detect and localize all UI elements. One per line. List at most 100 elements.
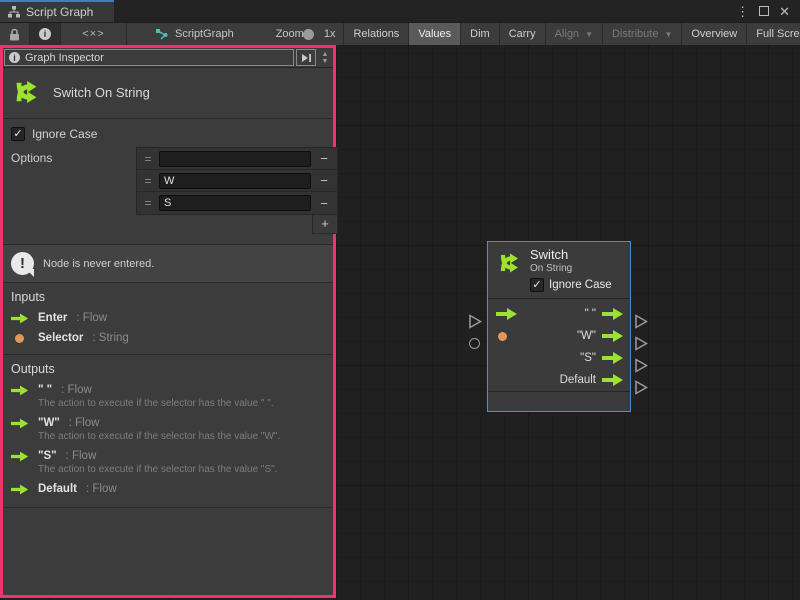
dim-button[interactable]: Dim [461, 23, 500, 45]
node-input-flow-connector[interactable] [468, 314, 482, 329]
input-port-row: Enter : Flow [11, 312, 325, 324]
switch-icon [496, 250, 522, 276]
inspected-node-title: Switch On String [53, 85, 150, 100]
close-icon[interactable]: ✕ [779, 5, 790, 18]
options-label: Options [11, 147, 136, 234]
flow-arrow-icon [602, 330, 624, 342]
dock-icon [301, 53, 312, 63]
maximize-icon[interactable] [759, 6, 769, 16]
node-input-value-connector[interactable] [469, 338, 480, 349]
output-port[interactable]: "S" [580, 352, 624, 364]
output-port[interactable]: "W" [577, 330, 624, 342]
port-description: The action to execute if the selector ha… [38, 464, 325, 475]
remove-option-button[interactable]: − [311, 173, 337, 188]
warning-text: Node is never entered. [43, 258, 154, 270]
switch-icon [11, 77, 41, 107]
outputs-section: Outputs " " : Flow The action to execute… [3, 355, 333, 508]
graph-toolbar: i <×> ScriptGraph Zoom 1x Relations Valu… [0, 22, 800, 45]
option-item: = − [137, 192, 337, 214]
option-input[interactable] [159, 173, 311, 189]
carry-button[interactable]: Carry [500, 23, 546, 45]
flow-arrow-icon [11, 451, 29, 462]
flow-arrow-icon [11, 313, 29, 324]
drag-handle-icon[interactable]: = [137, 152, 159, 166]
node-output-connector[interactable] [634, 358, 648, 373]
node-port-row: "W" [488, 325, 630, 347]
ignore-case-checkbox[interactable]: ✓ [11, 127, 25, 141]
code-preview-button[interactable]: <×> [61, 23, 127, 45]
node-port-row: Default [488, 369, 630, 391]
align-button[interactable]: Align ▼ [546, 23, 603, 45]
graph-inspector-panel: i Graph Inspector ▲ ▼ Switch On St [0, 45, 336, 598]
warning-icon: ! [11, 252, 34, 275]
output-port[interactable]: " " [585, 308, 624, 320]
output-port[interactable]: Default [560, 374, 624, 386]
overview-button[interactable]: Overview [682, 23, 747, 45]
node-output-connector[interactable] [634, 336, 648, 351]
ignore-case-label: Ignore Case [32, 127, 97, 141]
node-ignore-case-checkbox[interactable]: ✓ Ignore Case [530, 278, 612, 292]
selector-port[interactable] [498, 332, 507, 341]
values-button[interactable]: Values [409, 23, 461, 45]
inspector-title: Graph Inspector [25, 52, 104, 64]
port-description: The action to execute if the selector ha… [38, 431, 325, 442]
node-output-connector[interactable] [634, 314, 648, 329]
option-item: = − [137, 170, 337, 192]
options-list-wrap: = − = − = − [136, 147, 338, 234]
menu-icon[interactable]: ⋮ [736, 5, 749, 18]
flow-arrow-icon [11, 418, 29, 429]
scrubber[interactable]: ▲ ▼ [318, 49, 332, 66]
node-header-text: Switch On String ✓ Ignore Case [530, 247, 612, 292]
options-list: = − = − = − [136, 147, 338, 215]
tab-title: Script Graph [26, 5, 93, 19]
remove-option-button[interactable]: − [311, 196, 337, 211]
inspected-node-title-block: Switch On String [3, 68, 333, 119]
flow-arrow-icon [602, 374, 624, 386]
ignore-case-row: ✓ Ignore Case [11, 127, 325, 141]
option-input[interactable] [159, 151, 311, 167]
node-port-row: " " [488, 303, 630, 325]
inputs-header: Inputs [11, 290, 325, 304]
inspector-titlebox: i Graph Inspector [4, 49, 294, 66]
graph-name-label: ScriptGraph [147, 23, 242, 45]
dock-button[interactable] [296, 49, 316, 66]
options-row: Options = − = − [11, 147, 325, 234]
check-icon[interactable]: ✓ [530, 278, 544, 292]
add-option-button[interactable]: + [312, 215, 338, 234]
drag-handle-icon[interactable]: = [137, 196, 159, 210]
scrub-down-icon[interactable]: ▼ [322, 58, 329, 65]
tab-script-graph[interactable]: Script Graph [0, 0, 114, 22]
inputs-section: Inputs Enter : Flow Selector : String [3, 283, 333, 355]
info-icon: i [9, 52, 20, 63]
unity-script-graph-window: Script Graph ⋮ ✕ i <×> ScriptG [0, 0, 800, 600]
chevron-down-icon: ▼ [664, 30, 672, 39]
drag-handle-icon[interactable]: = [137, 174, 159, 188]
inspector-toggle-button[interactable]: i [30, 23, 61, 45]
options-footer: + [136, 215, 338, 234]
inspector-header: i Graph Inspector ▲ ▼ [3, 48, 333, 68]
chevron-down-icon: ▼ [585, 30, 593, 39]
output-port-row: "S" : Flow [11, 450, 325, 462]
node-checkbox-label: Ignore Case [549, 279, 612, 291]
option-input[interactable] [159, 195, 311, 211]
lock-icon [9, 28, 20, 41]
flow-arrow-icon [602, 308, 624, 320]
scrub-up-icon[interactable]: ▲ [322, 51, 329, 58]
switch-on-string-node[interactable]: Switch On String ✓ Ignore Case [487, 241, 631, 412]
node-body: " " "W" [488, 299, 630, 391]
node-output-connector[interactable] [634, 380, 648, 395]
value-port-icon [15, 334, 24, 343]
enter-port[interactable] [496, 308, 518, 320]
flow-arrow-icon [602, 352, 624, 364]
distribute-button[interactable]: Distribute ▼ [603, 23, 682, 45]
flow-arrow-icon [496, 308, 518, 320]
output-port-row: "W" : Flow [11, 417, 325, 429]
code-icon: <×> [82, 28, 104, 40]
relations-button[interactable]: Relations [343, 23, 409, 45]
input-port-row: Selector : String [11, 332, 325, 344]
lock-button[interactable] [0, 23, 30, 45]
zoom-slider-knob[interactable] [303, 29, 314, 40]
value-port-icon [498, 332, 507, 341]
remove-option-button[interactable]: − [311, 151, 337, 166]
fullscreen-button[interactable]: Full Screen [747, 23, 800, 45]
